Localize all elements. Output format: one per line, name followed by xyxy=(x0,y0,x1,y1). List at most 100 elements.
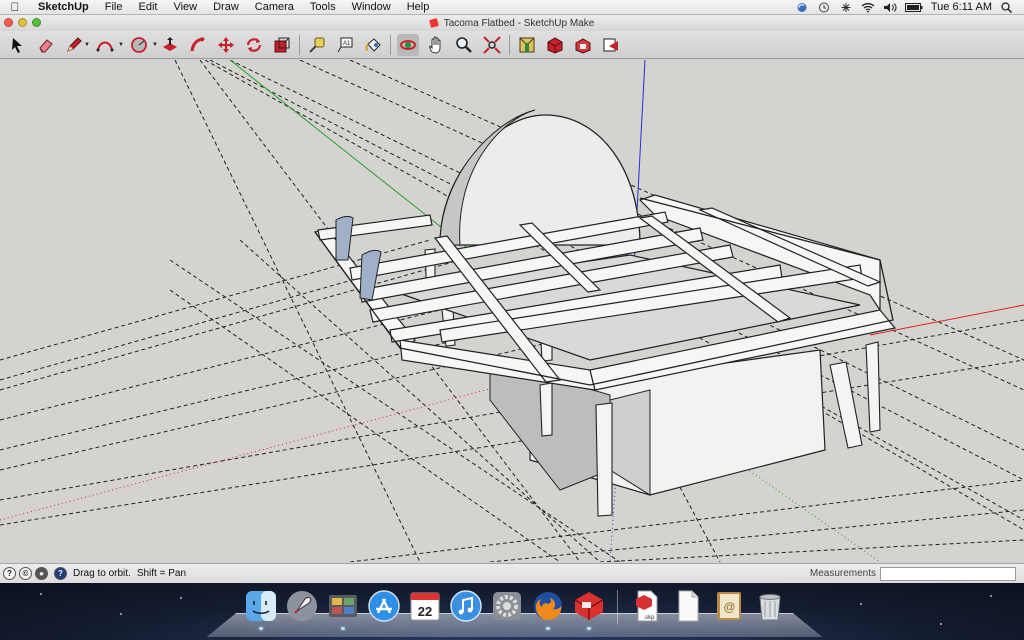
dock-launchpad[interactable] xyxy=(284,588,320,624)
window-title: Tacoma Flatbed - SketchUp Make xyxy=(443,17,595,29)
3d-viewport[interactable] xyxy=(0,60,1024,562)
arc-icon xyxy=(96,41,114,51)
dock-sketchup[interactable] xyxy=(571,588,607,630)
sketchup-app-icon xyxy=(574,592,603,620)
app-menu[interactable]: SketchUp xyxy=(30,1,97,13)
zoom-extents-tool-button[interactable] xyxy=(481,34,503,56)
dock-system-preferences[interactable] xyxy=(489,588,525,624)
title-bar[interactable]: Tacoma Flatbed - SketchUp Make xyxy=(0,15,1024,31)
user-account-icon[interactable]: ● xyxy=(35,567,48,580)
warehouse-tool-button[interactable] xyxy=(544,34,566,56)
trash-can-icon xyxy=(758,594,781,621)
eraser-tool-button[interactable] xyxy=(35,34,57,56)
dock-firefox[interactable] xyxy=(530,588,566,630)
extension-warehouse-tool-button[interactable] xyxy=(572,34,594,56)
measurements-input[interactable] xyxy=(880,566,1016,581)
text-label-icon: A1 xyxy=(337,37,353,52)
menu-file[interactable]: File xyxy=(97,1,131,13)
warehouse-icon xyxy=(547,36,563,54)
pan-tool-button[interactable] xyxy=(425,34,447,56)
svg-text:@: @ xyxy=(723,600,735,614)
wifi-icon[interactable] xyxy=(861,2,875,13)
measurements-label: Measurements xyxy=(809,568,876,579)
calendar-day: 22 xyxy=(417,604,431,619)
paint-bucket-tool-button[interactable] xyxy=(362,34,384,56)
skp-document-icon: .skp xyxy=(635,590,657,622)
arc-tool-button[interactable]: ▼ xyxy=(91,34,124,56)
follow-me-icon xyxy=(190,36,205,51)
dock-itunes[interactable] xyxy=(448,588,484,624)
star xyxy=(940,623,942,625)
running-indicator xyxy=(545,627,550,630)
battery-icon[interactable] xyxy=(904,2,923,13)
geo-location-icon[interactable]: ? xyxy=(3,567,16,580)
dock-app-store[interactable] xyxy=(366,588,402,624)
toolbar-separator xyxy=(299,34,300,55)
photo-browser-icon xyxy=(328,595,357,617)
dock-separator xyxy=(617,590,618,624)
firefox-icon xyxy=(533,592,562,620)
extension-warehouse-icon xyxy=(575,37,591,54)
circle-tool-button[interactable]: ▼ xyxy=(125,34,158,56)
zoom-tool-button[interactable] xyxy=(453,34,475,56)
dock-trash[interactable] xyxy=(752,588,788,624)
dock-skp-document[interactable]: .skp xyxy=(629,588,665,624)
move-arrows-icon xyxy=(218,36,234,53)
minimize-window-button[interactable] xyxy=(18,18,27,27)
push-pull-tool-button[interactable] xyxy=(159,34,181,56)
menu-view[interactable]: View xyxy=(165,1,205,13)
running-indicator xyxy=(340,627,345,630)
zoom-window-button[interactable] xyxy=(32,18,41,27)
scale-tool-button[interactable] xyxy=(271,34,293,56)
zoom-magnifier-icon xyxy=(456,36,472,53)
credits-icon[interactable]: © xyxy=(19,567,32,580)
follow-me-tool-button[interactable] xyxy=(187,34,209,56)
select-tool-button[interactable] xyxy=(7,34,29,56)
measurements-box: Measurements xyxy=(809,566,1024,581)
menubar-clock[interactable]: Tue 6:11 AM xyxy=(931,1,992,13)
system-preferences-gear-icon xyxy=(492,592,521,620)
menu-window[interactable]: Window xyxy=(344,1,399,13)
select-arrow-icon xyxy=(12,37,22,53)
time-machine-icon[interactable] xyxy=(817,2,831,13)
spotlight-search-icon[interactable] xyxy=(1000,1,1014,13)
tape-measure-tool-button[interactable] xyxy=(306,34,328,56)
dock-photo-browser[interactable] xyxy=(325,588,361,630)
close-window-button[interactable] xyxy=(4,18,13,27)
apple-menu-icon[interactable]:  xyxy=(0,0,30,14)
eraser-icon xyxy=(39,38,53,52)
model-canvas[interactable] xyxy=(0,60,1024,562)
instructor-help-icon[interactable]: ? xyxy=(54,567,67,580)
menu-tools[interactable]: Tools xyxy=(302,1,344,13)
calendar-icon: 22 xyxy=(410,592,439,621)
share-model-tool-button[interactable] xyxy=(600,34,622,56)
sync-icon[interactable] xyxy=(795,2,809,13)
text-tool-button[interactable]: A1 xyxy=(334,34,356,56)
document-proxy-icon[interactable] xyxy=(428,18,439,28)
pan-hand-icon xyxy=(429,36,441,53)
volume-icon[interactable] xyxy=(883,2,897,13)
menu-draw[interactable]: Draw xyxy=(205,1,247,13)
move-tool-button[interactable] xyxy=(215,34,237,56)
orbit-icon xyxy=(400,39,416,50)
pencil-line-tool-button[interactable]: ▼ xyxy=(63,34,90,56)
dock-blank-document[interactable] xyxy=(670,588,706,624)
dock-contacts[interactable]: @ xyxy=(711,588,747,624)
menu-help[interactable]: Help xyxy=(399,1,438,13)
blank-document-icon xyxy=(678,590,698,622)
dock-finder[interactable] xyxy=(243,588,279,630)
toolbar-separator xyxy=(390,34,391,55)
push-pull-icon xyxy=(163,36,177,51)
menu-camera[interactable]: Camera xyxy=(247,1,302,13)
network-icon[interactable] xyxy=(839,2,853,13)
status-hint-shift: Shift = Pan xyxy=(136,568,187,579)
dock: 22 .skp @ xyxy=(240,588,790,630)
dock-calendar[interactable]: 22 xyxy=(407,588,443,624)
menu-edit[interactable]: Edit xyxy=(130,1,165,13)
running-indicator xyxy=(258,627,263,630)
star xyxy=(990,595,992,597)
rotate-tool-button[interactable] xyxy=(243,34,265,56)
tape-measure-icon xyxy=(309,37,325,53)
components-tool-button[interactable] xyxy=(516,34,538,56)
orbit-tool-button[interactable] xyxy=(397,33,419,56)
